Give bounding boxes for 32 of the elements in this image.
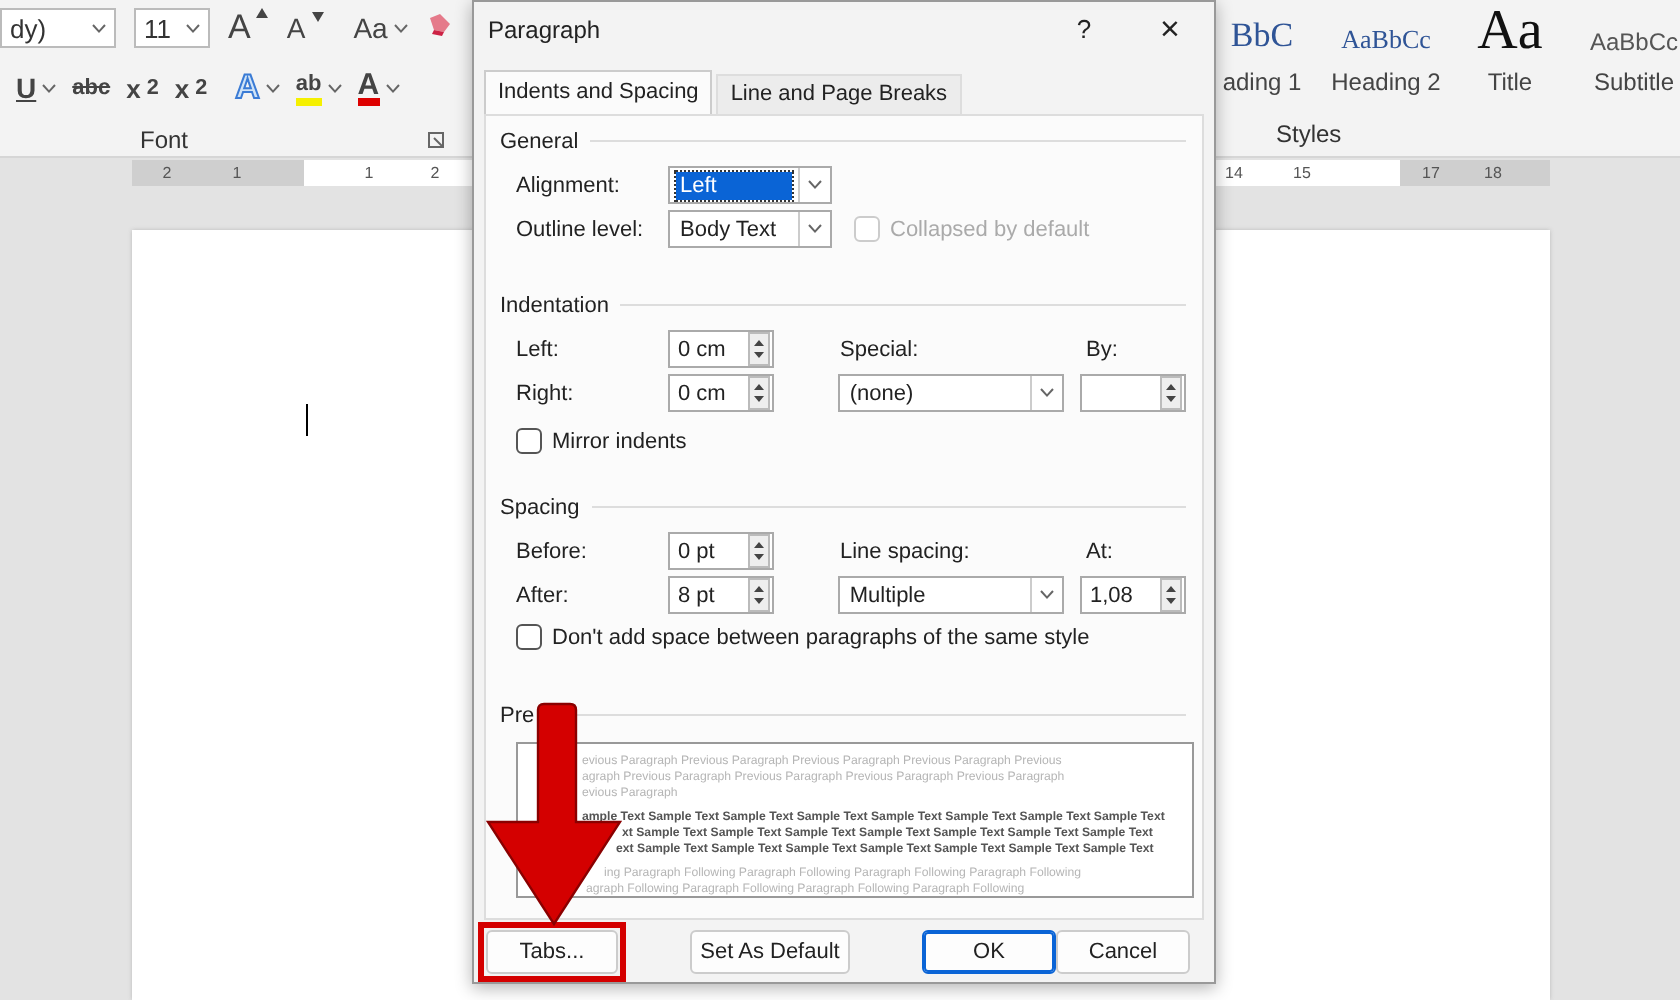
- style-name: ading 1: [1222, 68, 1302, 96]
- ruler-number: 18: [1482, 164, 1504, 182]
- field-label: Alignment:: [516, 173, 622, 198]
- section-heading: Pre: [500, 703, 535, 728]
- field-label: Outline level:: [516, 217, 646, 242]
- ruler-number: 1: [230, 164, 244, 182]
- field-label: Right:: [516, 381, 576, 406]
- field-label: Left:: [516, 337, 561, 362]
- field-label: By:: [1086, 337, 1120, 362]
- checkbox-label: Don't add space between paragraphs of the same style: [552, 625, 1090, 650]
- field-label: At:: [1086, 539, 1115, 564]
- checkbox-label: Mirror indents: [552, 429, 687, 454]
- ruler-number: 15: [1291, 164, 1313, 182]
- ruler-number: 17: [1420, 164, 1442, 182]
- style-name: Title: [1487, 68, 1533, 96]
- group-label: Styles: [1276, 120, 1344, 148]
- field-label: Line spacing:: [840, 539, 972, 564]
- section-heading: Spacing: [500, 495, 580, 520]
- style-name: Heading 2: [1331, 68, 1441, 96]
- ruler-number: 2: [160, 164, 174, 182]
- section-heading: Indentation: [500, 293, 609, 318]
- group-label: Font: [140, 126, 189, 154]
- ruler-number: 14: [1223, 164, 1245, 182]
- ruler-number: 2: [428, 164, 442, 182]
- field-label: Before:: [516, 539, 589, 564]
- dialog-title: Paragraph: [488, 15, 601, 44]
- section-heading: General: [500, 129, 579, 154]
- field-label: Special:: [840, 337, 921, 362]
- field-label: After:: [516, 583, 571, 608]
- style-name: Subtitle: [1593, 68, 1675, 96]
- checkbox-label: Collapsed by default: [890, 217, 1090, 242]
- ruler-number: 1: [362, 164, 376, 182]
